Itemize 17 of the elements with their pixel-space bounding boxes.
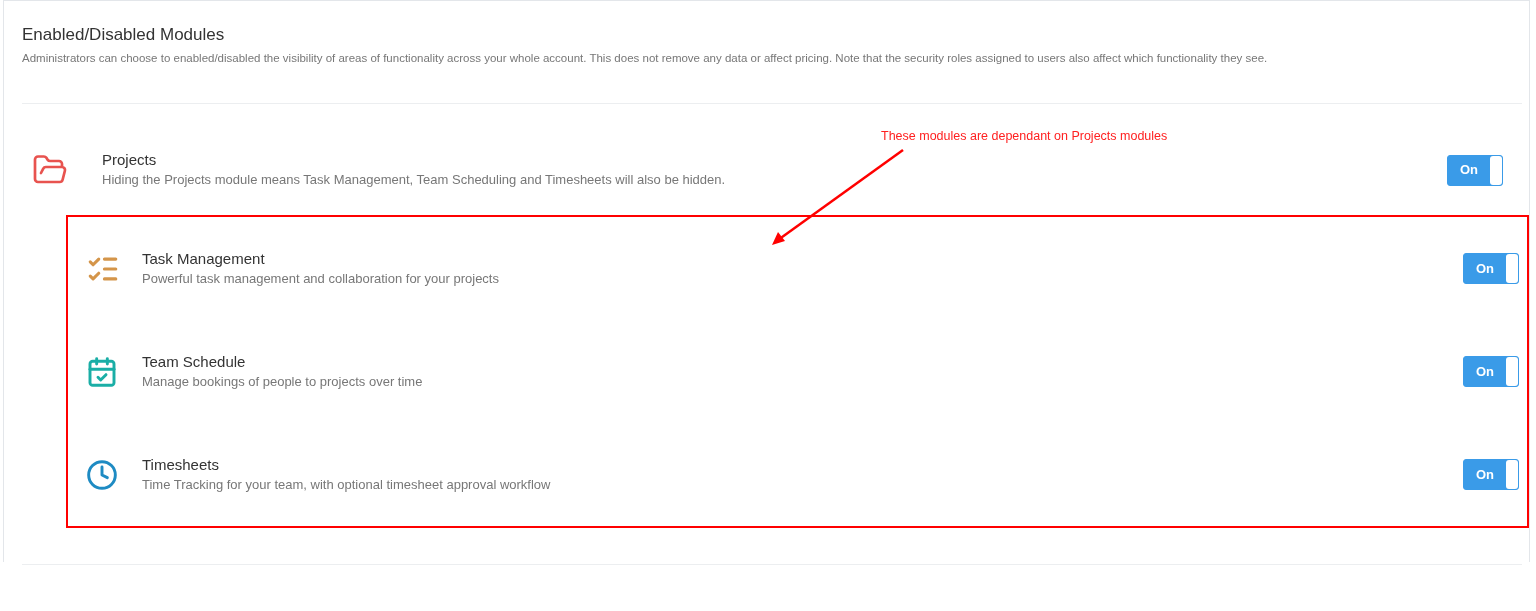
module-description: Manage bookings of people to projects over time	[142, 372, 424, 391]
toggle-switch[interactable]: On	[1463, 459, 1519, 490]
module-name: Task Management	[142, 248, 266, 269]
module-name: Timesheets	[142, 454, 220, 475]
toggle-switch[interactable]: On	[1463, 356, 1519, 387]
module-description: Time Tracking for your team, with optional timesheet approval workflow	[142, 475, 552, 494]
page-description: Administrators can choose to enabled/disabled the visibility of areas of functionality across your whole account. This does not remove any data or affect pricing. Note that the security roles assigned to users also affect which functionality they see.	[22, 51, 1269, 66]
module-name: Team Schedule	[142, 351, 247, 372]
toggle-switch[interactable]: On	[1447, 154, 1503, 186]
module-description: Hiding the Projects module means Task Management, Team Scheduling and Timesheets will also be hidden.	[102, 171, 727, 189]
clock-icon	[86, 458, 118, 491]
toggle-switch[interactable]: On	[1463, 253, 1519, 284]
module-name: Projects	[102, 150, 158, 170]
annotation-text: These modules are dependant on Projects modules	[881, 128, 1168, 145]
page-title: Enabled/Disabled Modules	[22, 24, 226, 46]
calendar-check-icon	[86, 355, 118, 388]
module-description: Powerful task management and collaboration for your projects	[142, 269, 500, 288]
